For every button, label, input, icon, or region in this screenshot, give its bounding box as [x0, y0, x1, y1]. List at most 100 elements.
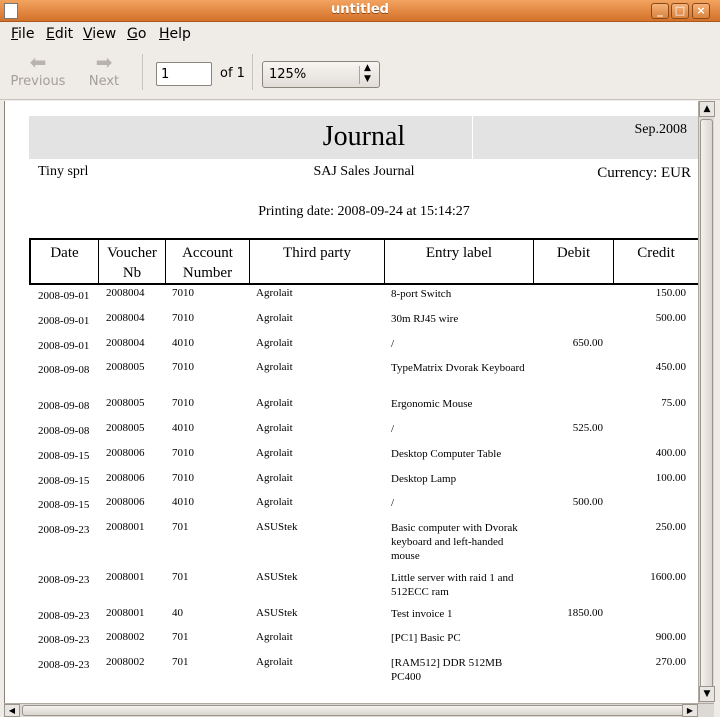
title-bar[interactable]: untitled _ □ × — [0, 0, 720, 22]
menu-go[interactable]: Go — [127, 26, 146, 42]
column-header-voucher: Voucher Nb — [99, 240, 166, 285]
cell-entry-label: [PC1] Basic PC — [391, 632, 461, 644]
cell-credit: 250.00 — [655, 521, 686, 533]
cell-debit: 1850.00 — [567, 607, 603, 619]
cell-account: 4010 — [172, 496, 194, 508]
cell-entry-label: Ergonomic Mouse — [391, 398, 473, 410]
cell-entry-label: 30m RJ45 wire — [391, 313, 459, 325]
cell-third-party: Agrolait — [256, 361, 293, 373]
cell-debit: 650.00 — [572, 337, 603, 349]
column-header-debit: Debit — [534, 240, 614, 285]
maximize-icon[interactable]: □ — [671, 3, 689, 19]
cell-third-party: Agrolait — [256, 312, 293, 324]
cell-date: 2008-09-01 — [38, 340, 90, 352]
scroll-down-icon[interactable]: ▼ — [699, 686, 715, 702]
table-header: Date Voucher Nb Account Number Third party… — [29, 238, 698, 285]
page-count-label: of 1 — [220, 66, 245, 81]
cell-entry-label: Desktop Lamp — [391, 473, 457, 485]
cell-third-party: ASUStek — [256, 607, 298, 619]
page-number-input[interactable] — [156, 62, 212, 86]
cell-voucher: 2008004 — [106, 287, 145, 299]
report-period: Sep.2008 — [634, 122, 688, 137]
scroll-up-icon[interactable]: ▲ — [699, 101, 715, 117]
cell-date: 2008-09-08 — [38, 364, 90, 376]
cell-voucher: 2008006 — [106, 472, 145, 484]
cell-third-party: Agrolait — [256, 656, 293, 668]
cell-account: 7010 — [172, 287, 194, 299]
cell-date: 2008-09-15 — [38, 499, 90, 511]
next-label: Next — [88, 74, 120, 89]
cell-account: 701 — [172, 521, 189, 533]
cell-voucher: 2008005 — [106, 422, 145, 434]
menu-edit[interactable]: Edit — [46, 26, 73, 42]
cell-third-party: Agrolait — [256, 472, 293, 484]
menu-bar: File Edit View Go Help — [0, 22, 720, 46]
cell-credit: 450.00 — [655, 361, 686, 373]
scroll-right-icon[interactable]: ▶ — [682, 704, 698, 717]
cell-credit: 270.00 — [655, 656, 686, 668]
cell-third-party: Agrolait — [256, 337, 293, 349]
cell-voucher: 2008002 — [106, 631, 145, 643]
cell-entry-label: TypeMatrix Dvorak Keyboard — [391, 362, 525, 374]
column-header-third-party: Third party — [250, 240, 385, 285]
cell-account: 7010 — [172, 361, 194, 373]
printing-date: Printing date: 2008-09-24 at 15:14:27 — [258, 204, 470, 219]
previous-button[interactable]: ⬅ Previous — [3, 50, 73, 96]
cell-account: 7010 — [172, 447, 194, 459]
cell-credit: 75.00 — [661, 397, 686, 409]
cell-date: 2008-09-23 — [38, 634, 90, 646]
cell-date: 2008-09-23 — [38, 659, 90, 671]
cell-voucher: 2008001 — [106, 607, 145, 619]
cell-date: 2008-09-23 — [38, 610, 90, 622]
cell-date: 2008-09-08 — [38, 400, 90, 412]
menu-view[interactable]: View — [83, 26, 116, 42]
cell-entry-label: / — [391, 497, 395, 509]
column-header-account: Account Number — [166, 240, 250, 285]
cell-account: 7010 — [172, 312, 194, 324]
cell-date: 2008-09-15 — [38, 475, 90, 487]
cell-account: 7010 — [172, 472, 194, 484]
arrow-right-icon: ➡ — [95, 50, 113, 74]
cell-third-party: Agrolait — [256, 422, 293, 434]
currency-label: Currency: EUR — [597, 165, 691, 181]
menu-file[interactable]: File — [11, 26, 34, 42]
cell-account: 701 — [172, 656, 189, 668]
cell-date: 2008-09-23 — [38, 524, 90, 536]
cell-voucher: 2008004 — [106, 312, 145, 324]
cell-entry-label: [RAM512] DDR 512MB PC400 — [391, 657, 503, 683]
horizontal-scroll-thumb[interactable] — [22, 705, 692, 716]
cell-third-party: Agrolait — [256, 397, 293, 409]
cell-date: 2008-09-23 — [38, 574, 90, 586]
zoom-value: 125% — [269, 67, 307, 82]
cell-credit: 100.00 — [655, 472, 686, 484]
cell-third-party: Agrolait — [256, 287, 293, 299]
document-viewport[interactable]: Journal Sep.2008 Tiny sprl SAJ Sales Jou… — [4, 101, 698, 703]
cell-account: 4010 — [172, 337, 194, 349]
minimize-icon[interactable]: _ — [651, 3, 669, 19]
menu-help[interactable]: Help — [159, 26, 191, 42]
cell-credit: 1600.00 — [650, 571, 686, 583]
scroll-left-icon[interactable]: ◀ — [4, 704, 20, 717]
cell-entry-label: / — [391, 423, 395, 435]
report-title: Journal — [322, 121, 406, 152]
zoom-select[interactable]: 125% ▲ ▼ — [262, 61, 380, 88]
cell-account: 40 — [172, 607, 183, 619]
toolbar-separator — [252, 54, 253, 90]
previous-label: Previous — [10, 74, 66, 89]
cell-third-party: Agrolait — [256, 447, 293, 459]
horizontal-scrollbar[interactable]: ◀ ▶ — [4, 703, 714, 717]
cell-voucher: 2008001 — [106, 571, 145, 583]
cell-credit: 900.00 — [655, 631, 686, 643]
cell-third-party: Agrolait — [256, 631, 293, 643]
cell-voucher: 2008005 — [106, 397, 145, 409]
close-icon[interactable]: × — [692, 3, 710, 19]
window-title: untitled — [331, 2, 389, 17]
arrow-left-icon: ⬅ — [29, 50, 47, 74]
cell-third-party: ASUStek — [256, 571, 298, 583]
cell-voucher: 2008004 — [106, 337, 145, 349]
column-header-credit: Credit — [614, 240, 698, 285]
vertical-scroll-thumb[interactable] — [700, 119, 713, 699]
vertical-scrollbar[interactable]: ▲ ▼ — [698, 101, 715, 703]
cell-date: 2008-09-01 — [38, 315, 90, 327]
next-button[interactable]: ➡ Next — [69, 50, 139, 96]
